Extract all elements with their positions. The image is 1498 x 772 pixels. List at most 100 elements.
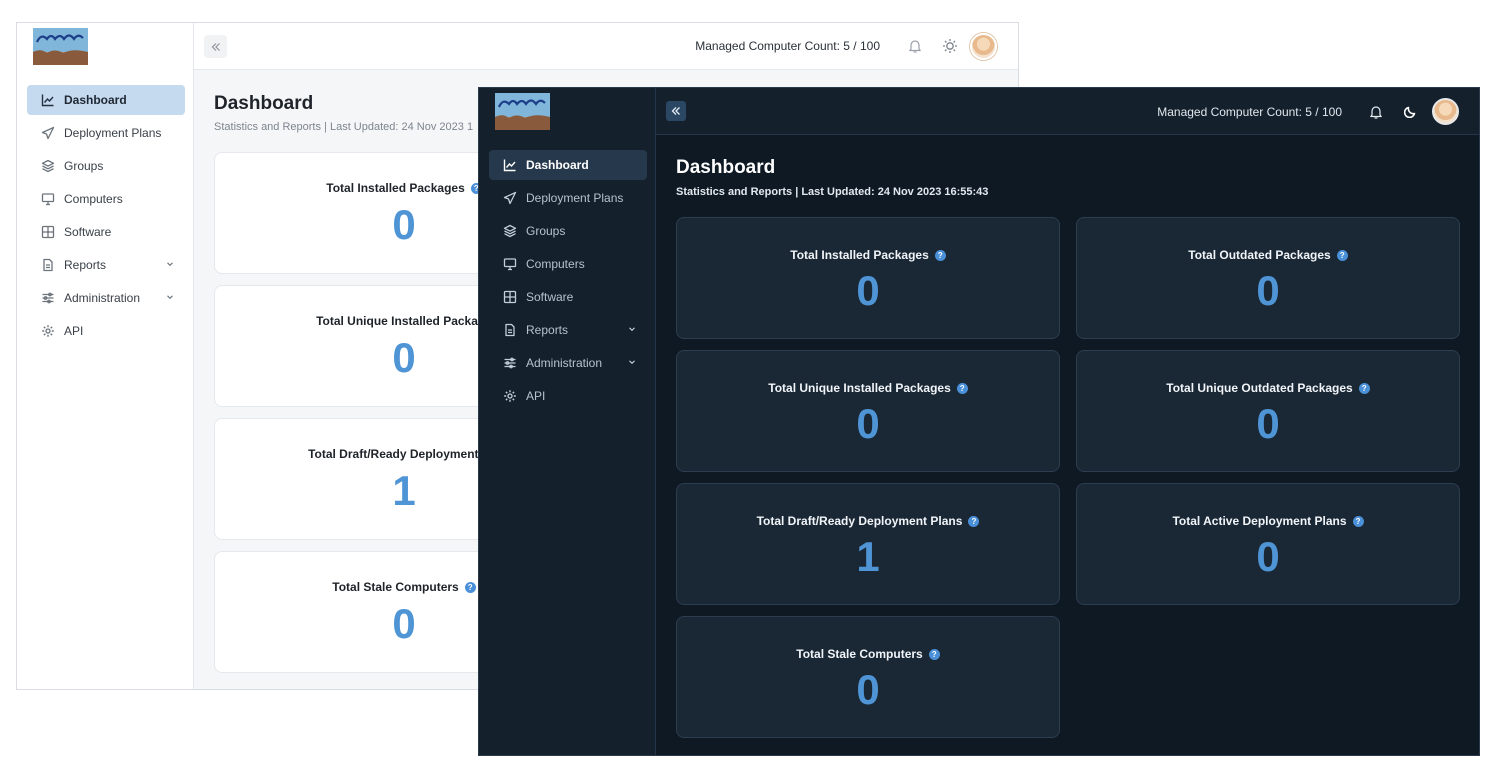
help-icon[interactable]: ?: [934, 250, 946, 261]
help-icon[interactable]: ?: [1352, 516, 1364, 527]
sliders-icon: [503, 356, 517, 370]
sidebar-item-reports[interactable]: Reports: [27, 250, 185, 280]
sidebar-item-label: Dashboard: [64, 93, 127, 107]
sidebar-item-api[interactable]: API: [27, 316, 185, 346]
double-chevron-left-icon: [671, 107, 680, 115]
sidebar-item-label: Reports: [64, 258, 107, 272]
chevron-down-icon[interactable]: [165, 292, 175, 302]
page-title: Dashboard: [214, 93, 314, 114]
card-value: 0: [1256, 267, 1280, 314]
grid-icon: [41, 225, 55, 239]
card-label: Total Stale Computers: [796, 647, 923, 661]
bell-icon[interactable]: [1369, 104, 1383, 125]
card-label: Total Installed Packages: [790, 248, 929, 262]
sidebar-item-label: Administration: [64, 291, 141, 305]
stat-card-total-installed-packages: Total Installed Packages? 0: [676, 217, 1060, 339]
top-bar: Managed Computer Count: 5 / 100: [194, 23, 1018, 70]
sidebar-item-software[interactable]: Software: [489, 282, 647, 312]
sidebar-item-groups[interactable]: Groups: [27, 151, 185, 181]
sidebar: Dashboard Deployment Plans Groups Comput…: [479, 88, 656, 755]
card-value: 0: [856, 666, 880, 713]
sidebar-item-label: Deployment Plans: [64, 126, 162, 140]
sidebar: Dashboard Deployment Plans Groups Comput…: [17, 23, 194, 689]
card-label: Total Installed Packages: [326, 181, 465, 195]
sidebar-item-label: Computers: [64, 192, 123, 206]
card-label: Total Draft/Ready Deployment Pla: [308, 447, 500, 461]
sidebar-item-label: Deployment Plans: [526, 191, 624, 205]
sidebar-item-api[interactable]: API: [489, 381, 647, 411]
card-label: Total Unique Installed Packages: [768, 381, 951, 395]
collapse-sidebar-button[interactable]: [666, 101, 686, 121]
sidebar-item-label: API: [526, 389, 546, 403]
chevron-down-icon[interactable]: [627, 324, 637, 334]
help-icon[interactable]: ?: [928, 649, 940, 660]
gear-icon: [503, 389, 517, 403]
stat-card-total-draft-ready-deployment-plans: Total Draft/Ready Deployment Plans? 1: [676, 483, 1060, 605]
sidebar-item-dashboard[interactable]: Dashboard: [489, 150, 647, 180]
monitor-icon: [41, 192, 55, 206]
collapse-sidebar-button[interactable]: [204, 35, 227, 58]
sidebar-item-administration[interactable]: Administration: [27, 283, 185, 313]
sidebar-nav: Dashboard Deployment Plans Groups Comput…: [27, 85, 185, 349]
paper-plane-icon: [41, 126, 55, 140]
sidebar-item-label: Groups: [526, 224, 566, 238]
help-icon[interactable]: ?: [1358, 383, 1370, 394]
card-label: Total Outdated Packages: [1188, 248, 1331, 262]
sidebar-item-groups[interactable]: Groups: [489, 216, 647, 246]
stat-card-total-unique-installed-packages: Total Unique Installed Packages? 0: [676, 350, 1060, 472]
sidebar-item-label: Groups: [64, 159, 104, 173]
document-icon: [41, 258, 55, 272]
sidebar-item-deployment-plans[interactable]: Deployment Plans: [489, 183, 647, 213]
stat-card-total-outdated-packages: Total Outdated Packages? 0: [1076, 217, 1460, 339]
sidebar-item-label: Administration: [526, 356, 603, 370]
card-value: 0: [1256, 400, 1280, 447]
help-icon[interactable]: ?: [1336, 250, 1348, 261]
sun-icon[interactable]: [942, 38, 958, 59]
card-label: Total Stale Computers: [332, 580, 459, 594]
sliders-icon: [41, 291, 55, 305]
dark-theme-window: Dashboard Deployment Plans Groups Comput…: [478, 87, 1480, 756]
sidebar-item-label: Dashboard: [526, 158, 589, 172]
bell-icon[interactable]: [908, 38, 922, 59]
help-icon[interactable]: ?: [464, 582, 476, 593]
page-subtitle: Statistics and Reports | Last Updated: 2…: [214, 121, 474, 133]
sidebar-item-dashboard[interactable]: Dashboard: [27, 85, 185, 115]
paper-plane-icon: [503, 191, 517, 205]
avatar[interactable]: [970, 33, 997, 60]
gear-icon: [41, 324, 55, 338]
card-value: 0: [856, 400, 880, 447]
sidebar-item-label: Software: [526, 290, 574, 304]
sidebar-item-label: API: [64, 324, 84, 338]
sidebar-item-administration[interactable]: Administration: [489, 348, 647, 378]
sidebar-item-reports[interactable]: Reports: [489, 315, 647, 345]
page-subtitle: Statistics and Reports | Last Updated: 2…: [676, 186, 989, 198]
managed-computer-count: Managed Computer Count: 5 / 100: [1157, 105, 1342, 119]
help-icon[interactable]: ?: [968, 516, 980, 527]
line-chart-icon: [503, 158, 517, 172]
chevron-down-icon[interactable]: [165, 259, 175, 269]
sidebar-item-deployment-plans[interactable]: Deployment Plans: [27, 118, 185, 148]
chocolatey-logo[interactable]: [33, 28, 88, 65]
card-label: Total Draft/Ready Deployment Plans: [756, 514, 963, 528]
sidebar-item-software[interactable]: Software: [27, 217, 185, 247]
sidebar-item-computers[interactable]: Computers: [27, 184, 185, 214]
stat-card-total-active-deployment-plans: Total Active Deployment Plans? 0: [1076, 483, 1460, 605]
line-chart-icon: [41, 93, 55, 107]
card-value: 0: [856, 267, 880, 314]
top-bar: Managed Computer Count: 5 / 100: [656, 88, 1479, 135]
help-icon[interactable]: ?: [956, 383, 968, 394]
card-value: 0: [1256, 533, 1280, 580]
page-title: Dashboard: [676, 157, 776, 178]
grid-icon: [503, 290, 517, 304]
chocolatey-logo[interactable]: [495, 93, 550, 130]
moon-icon[interactable]: [1403, 104, 1418, 123]
double-chevron-left-icon: [211, 42, 220, 51]
card-label: Total Active Deployment Plans: [1172, 514, 1347, 528]
card-label: Total Unique Outdated Packages: [1166, 381, 1353, 395]
sidebar-item-label: Reports: [526, 323, 569, 337]
avatar[interactable]: [1432, 98, 1459, 125]
sidebar-item-label: Computers: [526, 257, 585, 271]
document-icon: [503, 323, 517, 337]
sidebar-item-computers[interactable]: Computers: [489, 249, 647, 279]
chevron-down-icon[interactable]: [627, 357, 637, 367]
